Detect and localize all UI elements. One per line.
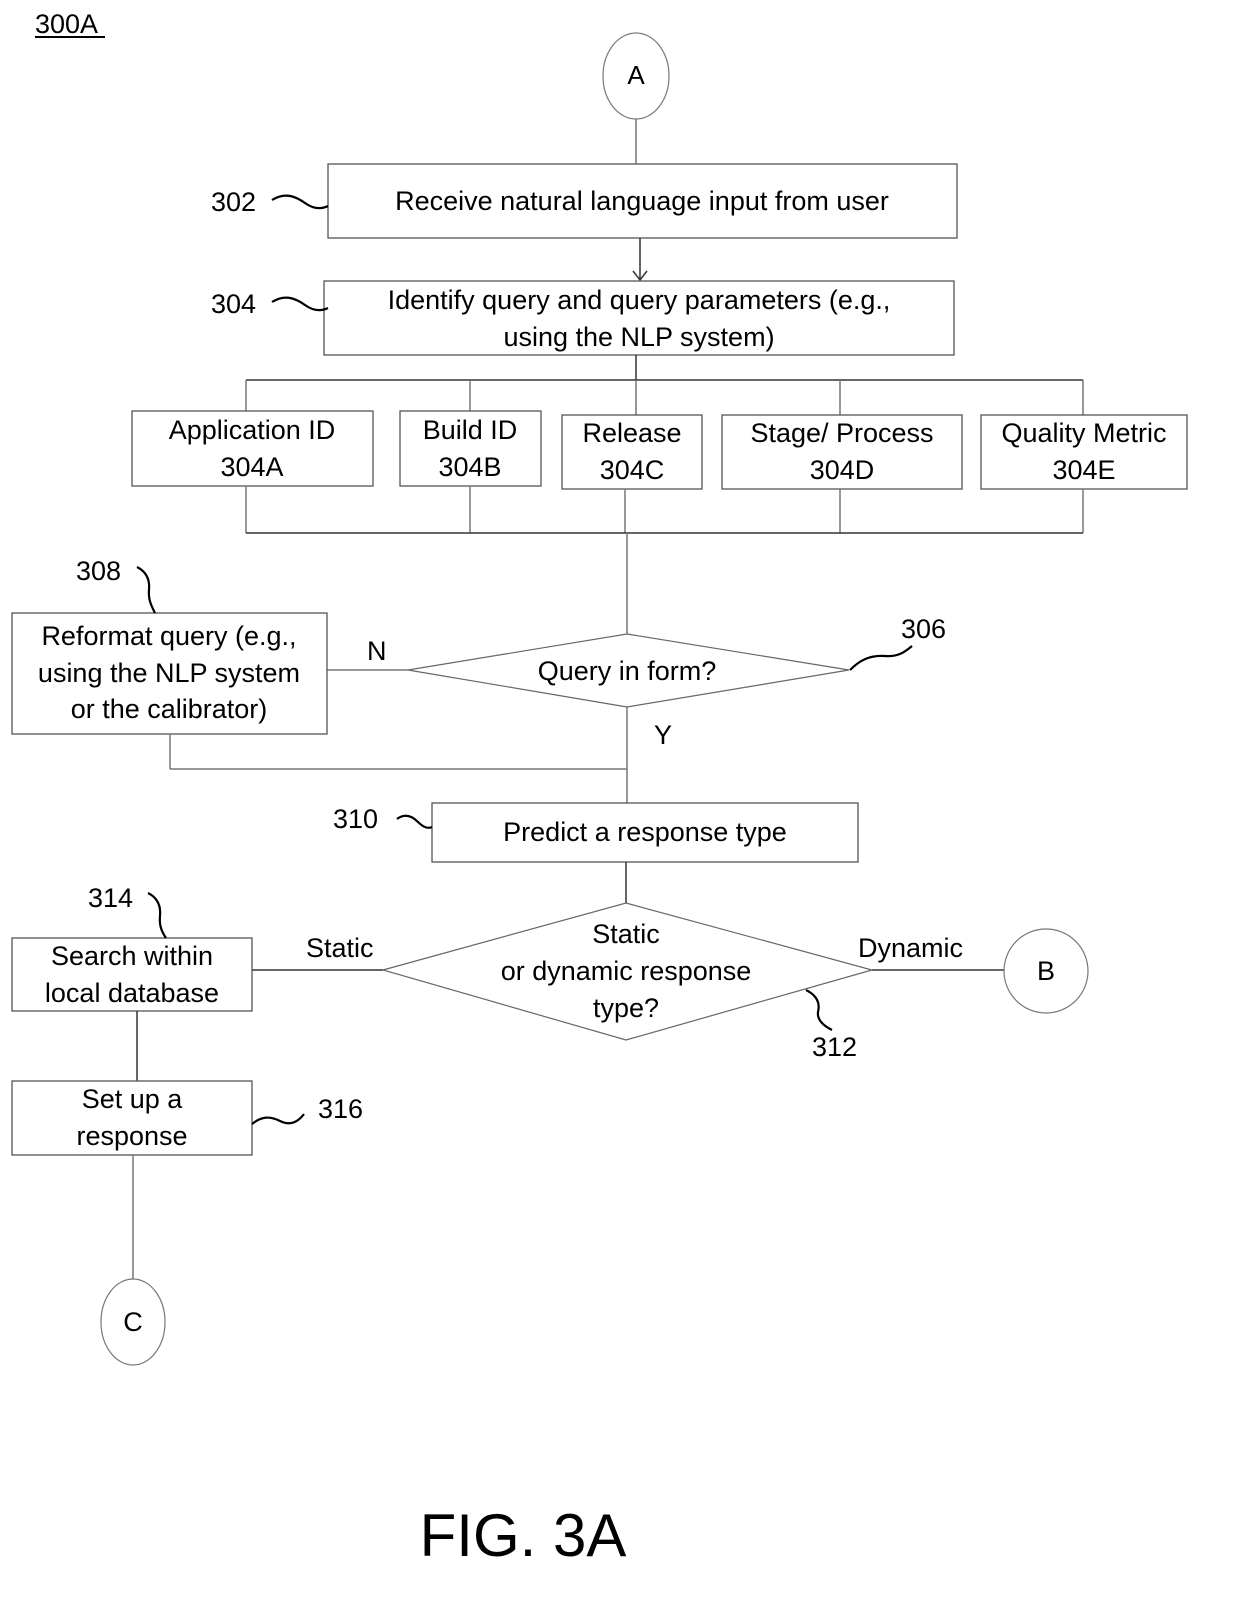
- connector-c-label: C: [123, 1307, 143, 1337]
- param-304c-label: Release: [582, 418, 681, 448]
- param-304e-label: Quality Metric: [1001, 418, 1166, 448]
- connector-b-label: B: [1037, 956, 1055, 986]
- param-304d-ref: 304D: [810, 455, 875, 485]
- step-308-line-2: using the NLP system: [38, 658, 300, 688]
- step-310-text: Predict a response type: [503, 817, 787, 847]
- step-308-line-1: Reformat query (e.g.,: [41, 621, 296, 651]
- step-314-line-1: Search within: [51, 941, 213, 971]
- ref-308-leader: [136, 566, 156, 614]
- static-label: Static: [306, 933, 374, 963]
- no-label: N: [367, 636, 387, 666]
- figure-id-label: 300A: [35, 9, 98, 39]
- ref-314-leader: [147, 892, 167, 939]
- dynamic-label: Dynamic: [858, 933, 963, 963]
- step-304-line-2: using the NLP system): [503, 322, 774, 352]
- ref-310: 310: [333, 804, 378, 834]
- ref-304: 304: [211, 289, 256, 319]
- param-304b-label: Build ID: [423, 415, 518, 445]
- param-304a-label: Application ID: [169, 415, 336, 445]
- figure-caption: FIG. 3A: [420, 1502, 627, 1569]
- step-316-line-2: response: [76, 1121, 187, 1151]
- param-304c-ref: 304C: [600, 455, 665, 485]
- ref-316-leader: [251, 1113, 305, 1125]
- ref-302-leader: [271, 194, 329, 210]
- ref-314: 314: [88, 883, 133, 913]
- ref-316: 316: [318, 1094, 363, 1124]
- decision-312-line-3: type?: [593, 993, 659, 1023]
- step-308-line-3: or the calibrator): [71, 694, 268, 724]
- ref-308: 308: [76, 556, 121, 586]
- param-304d-label: Stage/ Process: [750, 418, 933, 448]
- ref-312-leader: [805, 989, 833, 1031]
- ref-312: 312: [812, 1032, 857, 1062]
- step-314-line-2: local database: [45, 978, 219, 1008]
- step-304-line-1: Identify query and query parameters (e.g…: [388, 285, 891, 315]
- param-304b-ref: 304B: [438, 452, 501, 482]
- step-316-line-1: Set up a: [82, 1084, 184, 1114]
- ref-304-leader: [271, 296, 329, 312]
- ref-306-leader: [849, 645, 913, 671]
- decision-312-line-1: Static: [592, 919, 660, 949]
- flowchart: 300A A Receive natural language input fr…: [11, 9, 1188, 1569]
- connector-a-label: A: [627, 60, 645, 90]
- ref-302: 302: [211, 187, 256, 217]
- decision-312-line-2: or dynamic response: [501, 956, 752, 986]
- ref-310-leader: [396, 814, 433, 829]
- ref-306: 306: [901, 614, 946, 644]
- param-304a-ref: 304A: [220, 452, 283, 482]
- step-302-text: Receive natural language input from user: [395, 186, 889, 216]
- param-304e-ref: 304E: [1052, 455, 1115, 485]
- decision-306-text: Query in form?: [538, 656, 717, 686]
- yes-label: Y: [654, 720, 672, 750]
